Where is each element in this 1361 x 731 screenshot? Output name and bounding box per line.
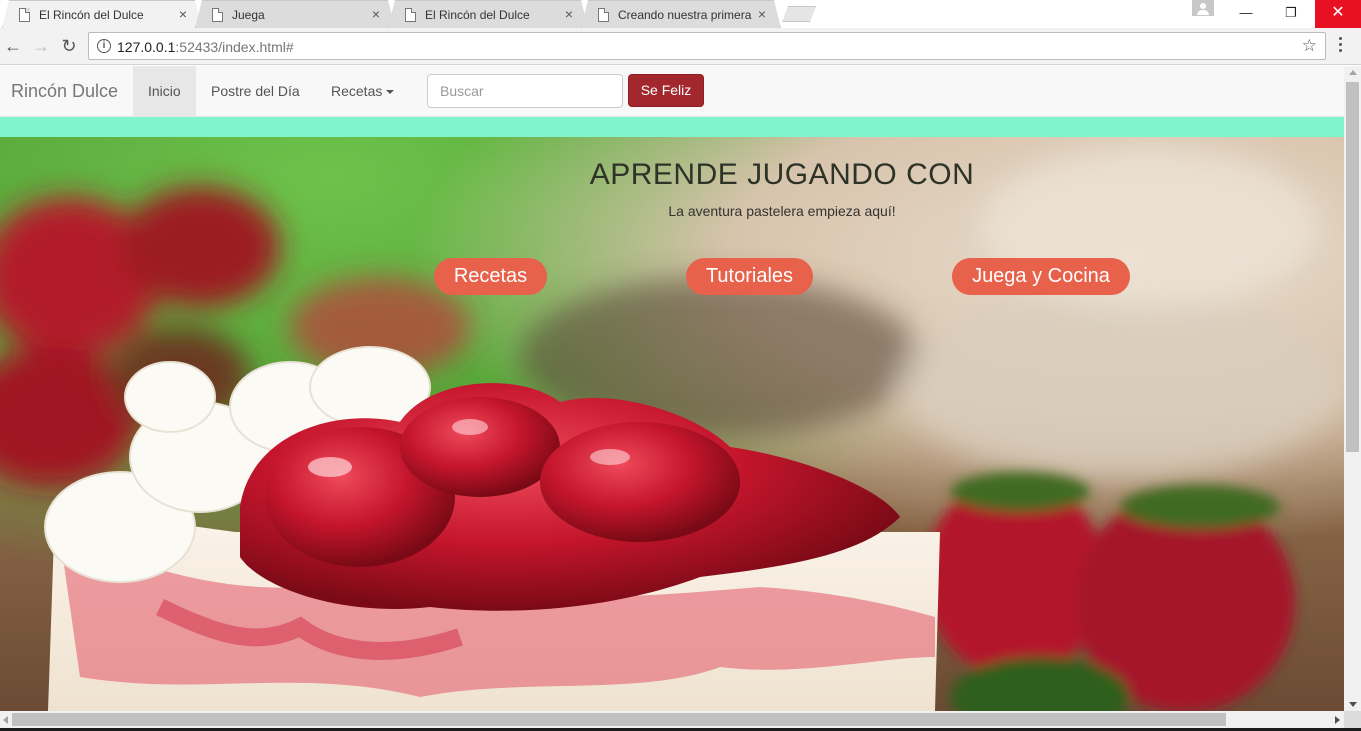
recetas-button[interactable]: Recetas — [434, 258, 547, 295]
page-icon — [19, 8, 30, 22]
hero-title: APRENDE JUGANDO CON — [589, 158, 975, 191]
url-host: 127.0.0.1 — [117, 39, 176, 55]
cheesecake-background-image — [0, 147, 1340, 711]
address-bar[interactable]: i 127.0.0.1:52433/index.html# ☆ — [88, 32, 1326, 60]
horizontal-scroll-thumb[interactable] — [12, 713, 1226, 726]
bookmark-star-icon[interactable]: ☆ — [1302, 36, 1317, 56]
mint-divider-band — [0, 117, 1344, 137]
nav-item-inicio[interactable]: Inicio — [133, 66, 196, 116]
browser-tab-1[interactable]: El Rincón del Dulce × — [2, 0, 202, 28]
page-viewport: Rincón Dulce Inicio Postre del Día Recet… — [0, 66, 1344, 711]
nav-item-postre-del-dia[interactable]: Postre del Día — [196, 66, 315, 116]
minimize-button[interactable]: — — [1223, 0, 1269, 28]
back-arrow-icon[interactable]: ← — [3, 36, 23, 56]
window-close-button[interactable]: ✕ — [1315, 0, 1361, 28]
page-icon — [212, 8, 223, 22]
user-profile-icon[interactable] — [1192, 0, 1214, 16]
browser-tab-4[interactable]: Creando nuestra primera × — [581, 0, 781, 28]
browser-tab-strip: El Rincón del Dulce × Juega × El Rincón … — [0, 0, 1361, 28]
close-icon[interactable]: × — [372, 6, 380, 22]
juega-y-cocina-button[interactable]: Juega y Cocina — [952, 258, 1130, 295]
browser-tab-3[interactable]: El Rincón del Dulce × — [388, 0, 588, 28]
tab-title: Creando nuestra primera — [618, 8, 752, 22]
page-icon — [405, 8, 416, 22]
tab-title: El Rincón del Dulce — [425, 8, 530, 22]
nav-item-label: Recetas — [331, 83, 383, 99]
horizontal-scrollbar[interactable] — [0, 711, 1344, 728]
close-icon[interactable]: × — [758, 6, 766, 22]
browser-menu-icon[interactable] — [1339, 37, 1343, 55]
forward-arrow-icon[interactable]: → — [31, 36, 51, 56]
vertical-scroll-thumb[interactable] — [1346, 82, 1359, 452]
scroll-right-arrow-icon[interactable] — [1335, 716, 1340, 724]
vertical-scrollbar[interactable] — [1344, 66, 1361, 711]
se-feliz-button[interactable]: Se Feliz — [628, 74, 704, 107]
nav-item-recetas-dropdown[interactable]: Recetas — [316, 66, 409, 116]
page-icon — [598, 8, 609, 22]
caret-down-icon — [386, 90, 395, 95]
new-tab-button[interactable] — [782, 6, 816, 22]
hero-section: APRENDE JUGANDO CON La aventura pasteler… — [0, 137, 1344, 711]
info-icon[interactable]: i — [97, 39, 111, 53]
scrollbar-corner — [1344, 711, 1361, 728]
search-input[interactable] — [427, 74, 623, 108]
reload-icon[interactable]: ↻ — [59, 36, 79, 56]
tab-title: El Rincón del Dulce — [39, 8, 144, 22]
url-text[interactable]: 127.0.0.1:52433/index.html# — [117, 39, 294, 55]
close-icon[interactable]: × — [565, 6, 573, 22]
scroll-up-arrow-icon[interactable] — [1349, 70, 1357, 75]
tab-title: Juega — [232, 8, 265, 22]
browser-toolbar: ← → ↻ i 127.0.0.1:52433/index.html# ☆ — [0, 28, 1361, 65]
hero-subtitle: La aventura pastelera empieza aquí! — [668, 203, 896, 219]
scroll-down-arrow-icon[interactable] — [1349, 702, 1357, 707]
tutoriales-button[interactable]: Tutoriales — [686, 258, 813, 295]
close-icon[interactable]: × — [179, 6, 187, 22]
restore-button[interactable]: ❐ — [1268, 0, 1314, 28]
url-path: :52433/index.html# — [175, 39, 294, 55]
site-navbar: Rincón Dulce Inicio Postre del Día Recet… — [0, 66, 1344, 117]
scroll-left-arrow-icon[interactable] — [3, 716, 8, 724]
browser-tab-2[interactable]: Juega × — [195, 0, 395, 28]
site-brand[interactable]: Rincón Dulce — [11, 81, 118, 102]
